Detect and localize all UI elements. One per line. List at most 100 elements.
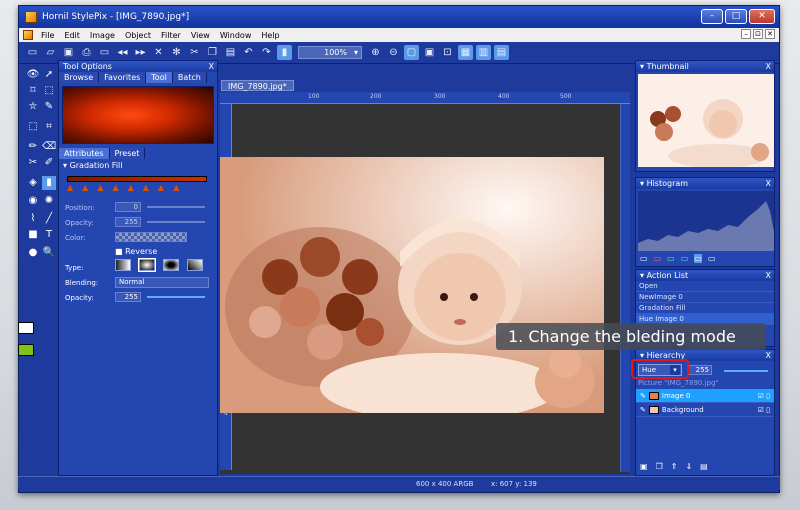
action-list-item[interactable]: Gradation Fill	[636, 303, 774, 314]
layer-opacity-input[interactable]: 255	[688, 365, 712, 375]
move-arrow-icon[interactable]: ➚	[42, 68, 56, 82]
background-color-swatch[interactable]	[18, 344, 34, 356]
layer-item[interactable]: ✎ Background ☑ ▯	[636, 403, 774, 417]
bucket-icon[interactable]: ◈	[26, 176, 40, 190]
settings-icon[interactable]: ✻	[169, 45, 184, 60]
panel-toggle-icon[interactable]: ▮	[277, 45, 292, 60]
minimize-button[interactable]: –	[701, 9, 723, 24]
tab-attributes[interactable]: Attributes	[59, 148, 110, 159]
lasso-icon[interactable]: ⌑	[26, 84, 40, 98]
brush-icon[interactable]: ✎	[42, 100, 56, 114]
grid-icon[interactable]: ▦	[458, 45, 473, 60]
gradient-stops[interactable]: ▲▲▲▲▲▲▲▲	[67, 183, 209, 193]
duplicate-layer-icon[interactable]: ❐	[656, 462, 663, 471]
menu-file[interactable]: File	[36, 31, 59, 40]
channel-alpha-icon[interactable]: ▭	[708, 254, 716, 263]
text-icon[interactable]: T	[42, 228, 56, 242]
zoom-tool-icon[interactable]: 🔍	[42, 246, 56, 260]
stamp-icon[interactable]: ✂	[26, 156, 40, 170]
magic-wand-icon[interactable]: ⛥	[26, 100, 40, 114]
view-mode-icon[interactable]: ▤	[494, 45, 509, 60]
tool-options-close[interactable]: X	[209, 61, 214, 72]
eraser-icon[interactable]: ⌫	[42, 140, 56, 154]
pencil-icon[interactable]: ✏	[26, 140, 40, 154]
full-screen-icon[interactable]: ⊡	[440, 45, 455, 60]
shape-icon[interactable]: ■	[26, 228, 40, 242]
prev-icon[interactable]: ◂◂	[115, 45, 130, 60]
color-swatch[interactable]	[115, 232, 187, 242]
channel-rgb-icon[interactable]: ▭	[640, 254, 648, 263]
blending-select[interactable]: Normal	[115, 277, 209, 288]
eye-icon[interactable]: 👁	[26, 68, 40, 82]
next-icon[interactable]: ▸▸	[133, 45, 148, 60]
layer-visible-icon[interactable]: ☑ ▯	[758, 406, 770, 414]
save-icon[interactable]: ▣	[61, 45, 76, 60]
thumbnail-image[interactable]	[638, 74, 774, 167]
hierarchy-close[interactable]: X	[766, 350, 771, 361]
sparkle-icon[interactable]: ✺	[42, 194, 56, 208]
cut-icon[interactable]: ✂	[187, 45, 202, 60]
mdi-restore-button[interactable]: ⊡	[753, 29, 763, 39]
zoom-out-icon[interactable]: ⊖	[386, 45, 401, 60]
menu-help[interactable]: Help	[256, 31, 284, 40]
position-input[interactable]: 0	[115, 202, 141, 212]
crop-icon[interactable]: ⌗	[42, 120, 56, 134]
opacity-slider[interactable]	[147, 221, 205, 223]
tab-favorites[interactable]: Favorites	[99, 72, 147, 83]
tab-tool[interactable]: Tool	[146, 72, 173, 83]
foreground-color-swatch[interactable]	[18, 322, 34, 334]
paste-icon[interactable]: ▤	[223, 45, 238, 60]
color-picker-icon[interactable]: ●	[26, 246, 40, 260]
rect-select-icon[interactable]: ⬚	[42, 84, 56, 98]
diagonal-gradient-icon[interactable]	[187, 259, 203, 271]
linear-gradient-icon[interactable]	[115, 259, 131, 271]
fit-icon[interactable]: ▢	[404, 45, 419, 60]
gradient-tool-icon[interactable]: ▮	[42, 176, 56, 190]
layer-edit-icon[interactable]: ✎	[640, 406, 646, 414]
layout-icon[interactable]: ▥	[476, 45, 491, 60]
menu-view[interactable]: View	[186, 31, 215, 40]
undo-icon[interactable]: ↶	[241, 45, 256, 60]
layer-edit-icon[interactable]: ✎	[640, 392, 646, 400]
line-icon[interactable]: ╱	[42, 212, 56, 226]
delete-layer-icon[interactable]: ▤	[700, 462, 708, 471]
print-icon[interactable]: ⎙	[79, 45, 94, 60]
dropper-icon[interactable]: ⌇	[26, 212, 40, 226]
canvas-scrollbar[interactable]	[620, 104, 630, 472]
redo-icon[interactable]: ↷	[259, 45, 274, 60]
channel-blue-icon[interactable]: ▭	[681, 254, 689, 263]
tab-browse[interactable]: Browse	[59, 72, 100, 83]
close-button[interactable]: ✕	[749, 9, 775, 24]
action-list-close[interactable]: X	[766, 270, 771, 281]
mdi-minimize-button[interactable]: –	[741, 29, 751, 39]
layer-item[interactable]: ✎ Image 0 ☑ ▯	[636, 389, 774, 403]
move-up-icon[interactable]: ⇑	[671, 462, 678, 471]
copy-icon[interactable]: ❐	[205, 45, 220, 60]
menu-object[interactable]: Object	[120, 31, 156, 40]
position-slider[interactable]	[147, 206, 205, 208]
channel-red-icon[interactable]: ▭	[654, 254, 662, 263]
opacity2-slider[interactable]	[147, 296, 205, 298]
menu-window[interactable]: Window	[215, 31, 257, 40]
actual-size-icon[interactable]: ▣	[422, 45, 437, 60]
red-eye-icon[interactable]: ◉	[26, 194, 40, 208]
radial-gradient-icon[interactable]	[138, 258, 156, 272]
open-icon[interactable]: ▱	[43, 45, 58, 60]
maximize-button[interactable]: □	[725, 9, 747, 24]
new-icon[interactable]: ▭	[25, 45, 40, 60]
screen-icon[interactable]: ▭	[97, 45, 112, 60]
thumbnail-close[interactable]: X	[766, 61, 771, 72]
mdi-close-button[interactable]: ✕	[765, 29, 775, 39]
menu-filter[interactable]: Filter	[156, 31, 186, 40]
action-list-item[interactable]: NewImage 0	[636, 292, 774, 303]
menu-edit[interactable]: Edit	[59, 31, 85, 40]
smudge-icon[interactable]: ✐	[42, 156, 56, 170]
layer-opacity-slider[interactable]	[724, 370, 768, 372]
gradient-bar[interactable]	[67, 176, 207, 182]
reverse-checkbox[interactable]: ■ Reverse	[115, 247, 157, 256]
tab-preset[interactable]: Preset	[109, 148, 146, 159]
opacity-input[interactable]: 255	[115, 217, 141, 227]
title-bar[interactable]: Hornil StylePix - [IMG_7890.jpg*] – □ ✕	[19, 6, 779, 28]
document-tab[interactable]: IMG_7890.jpg*	[221, 80, 294, 91]
new-layer-icon[interactable]: ▣	[640, 462, 648, 471]
